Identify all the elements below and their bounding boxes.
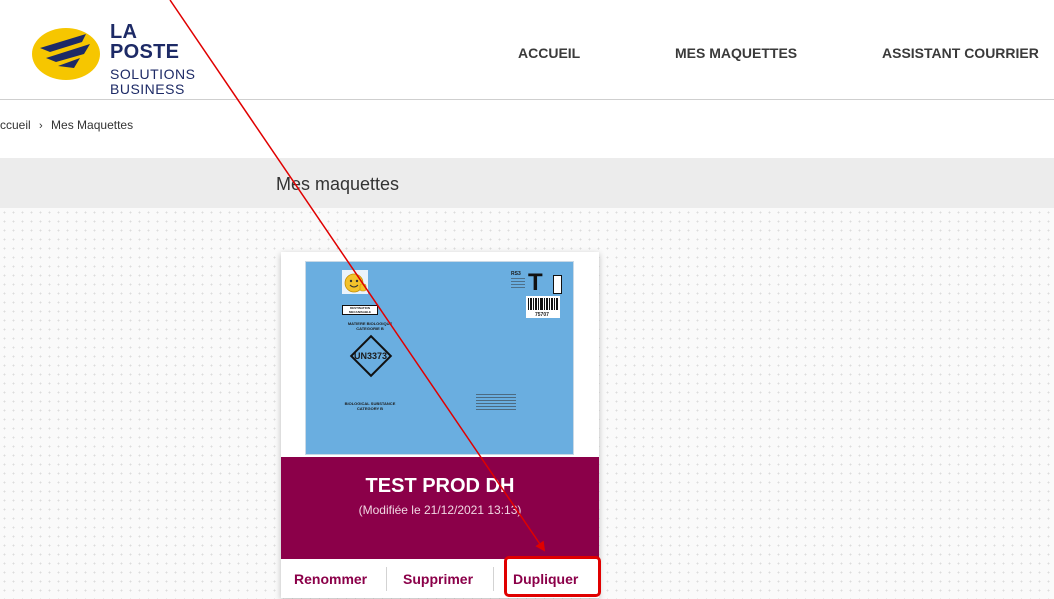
card-name: TEST PROD DH <box>365 475 515 497</box>
preview-corner-text: RS3 <box>511 271 521 277</box>
nav-item-accueil[interactable]: ACCUEIL <box>518 45 580 61</box>
annotation-highlight-box <box>504 556 601 597</box>
site-header: LA POSTE SOLUTIONS BUSINESS ACCUEIL MES … <box>0 0 1054 100</box>
preview-barcode-number: 75707 <box>535 312 549 318</box>
action-divider <box>493 567 494 591</box>
page-title-band: Mes maquettes <box>0 158 1054 208</box>
logo-wordmark: LA POSTE SOLUTIONS BUSINESS <box>110 22 210 96</box>
breadcrumb-current: Mes Maquettes <box>51 118 134 132</box>
preview-box-text: DESTINATION MECANISABLE <box>348 306 371 314</box>
preview-address-block <box>476 394 516 410</box>
la-poste-logo[interactable]: LA POSTE SOLUTIONS BUSINESS <box>30 18 210 96</box>
card-modified-date: (Modifiée le 21/12/2021 13:13) <box>358 503 522 517</box>
nav-item-mes-maquettes[interactable]: MES MAQUETTES <box>675 45 797 61</box>
preview-mark-letter: T <box>528 269 543 296</box>
page-title: Mes maquettes <box>276 174 400 194</box>
logo-line-2: SOLUTIONS <box>110 66 196 82</box>
maquette-card: RS3 T 75707 DESTINATION MECANISABLE MATI… <box>281 252 599 598</box>
logo-line-3: BUSINESS <box>110 81 185 97</box>
breadcrumb-home-link[interactable]: ccueil <box>0 118 31 132</box>
nav-item-assistant-courrier[interactable]: ASSISTANT COURRIER <box>882 45 1039 61</box>
la-poste-logo-icon <box>32 28 100 80</box>
delete-button[interactable]: Supprimer <box>403 571 473 587</box>
emoji-thumbs-up-icon <box>342 270 368 294</box>
card-title-band: TEST PROD DH (Modifiée le 21/12/2021 13:… <box>281 457 599 559</box>
breadcrumb-chevron-icon: › <box>39 120 43 132</box>
preview-label-bottom: BIOLOGICAL SUBSTANCE CATEGORY B <box>344 401 396 411</box>
preview-hazard-code: UN3373 <box>354 351 388 361</box>
rename-button[interactable]: Renommer <box>294 571 367 587</box>
preview-mark-box <box>553 275 562 294</box>
logo-line-1: LA POSTE <box>110 21 180 63</box>
maquette-preview[interactable]: RS3 T 75707 DESTINATION MECANISABLE MATI… <box>305 261 574 455</box>
preview-label-top: MATIERE BIOLOGIQUE CATEGORIE B <box>347 321 393 331</box>
action-divider <box>386 567 387 591</box>
preview-destination-box: DESTINATION MECANISABLE <box>342 305 378 315</box>
breadcrumb: ccueil › Mes Maquettes <box>0 118 133 132</box>
preview-small-lines <box>511 278 525 290</box>
